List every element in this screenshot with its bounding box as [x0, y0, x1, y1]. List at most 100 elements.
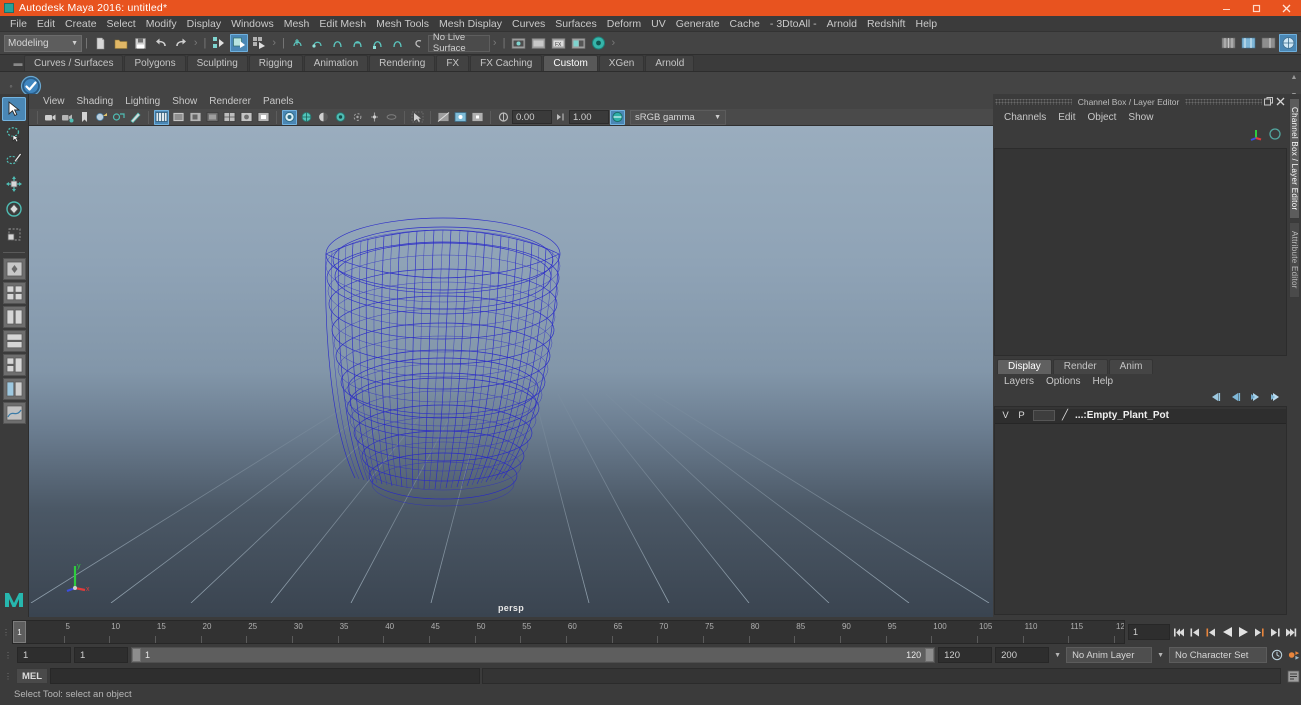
play-forwards-button[interactable]: [1236, 623, 1250, 641]
range-slider-grip[interactable]: ⋮: [2, 650, 14, 660]
anim-layer-selector[interactable]: No Anim Layer: [1066, 647, 1153, 663]
viewport-menu-lighting[interactable]: Lighting: [119, 94, 166, 109]
move-tool[interactable]: [2, 172, 26, 196]
attribute-editor-toggle-icon[interactable]: [1268, 127, 1282, 141]
shelf-tab-sculpting[interactable]: Sculpting: [186, 55, 248, 71]
channel-box-content[interactable]: [994, 148, 1287, 356]
render-current-frame-icon[interactable]: [509, 34, 527, 52]
lights-icon[interactable]: [256, 110, 271, 125]
shelf-tab-rigging[interactable]: Rigging: [248, 55, 303, 71]
command-line-grip[interactable]: ⋮: [2, 671, 14, 681]
sidebar-attribute-editor-icon[interactable]: [1219, 34, 1237, 52]
current-frame-field[interactable]: 1: [1128, 624, 1170, 640]
select-camera-icon[interactable]: [43, 110, 58, 125]
menu-display[interactable]: Display: [182, 16, 226, 32]
isolate-select-icon[interactable]: [410, 110, 425, 125]
render-settings-icon[interactable]: FX: [549, 34, 567, 52]
menu-curves[interactable]: Curves: [507, 16, 550, 32]
render-view-icon[interactable]: [589, 34, 607, 52]
panel-drag-handle-left[interactable]: [995, 98, 1072, 105]
menu-generate[interactable]: Generate: [671, 16, 725, 32]
gamma-icon[interactable]: [553, 110, 568, 125]
menu-redshift[interactable]: Redshift: [862, 16, 911, 32]
channel-box-menu-channels[interactable]: Channels: [998, 109, 1052, 125]
go-to-end-button[interactable]: [1284, 623, 1298, 641]
character-set-selector[interactable]: No Character Set: [1169, 647, 1267, 663]
gamma-field[interactable]: 1.00: [569, 110, 609, 124]
image-plane-icon[interactable]: [94, 110, 109, 125]
step-back-key-button[interactable]: [1188, 623, 1202, 641]
shelf-tab-curves-surfaces[interactable]: Curves / Surfaces: [24, 55, 124, 71]
menu-edit[interactable]: Edit: [32, 16, 60, 32]
script-editor-icon[interactable]: [1285, 668, 1301, 684]
menu-mesh[interactable]: Mesh: [279, 16, 315, 32]
layer-menu-help[interactable]: Help: [1086, 374, 1119, 389]
sidebar-channel-box-icon[interactable]: [1259, 34, 1277, 52]
step-back-frame-button[interactable]: [1204, 623, 1218, 641]
layer-list[interactable]: V P ╱ ...:Empty_Plant_Pot: [994, 405, 1287, 615]
shelf-tab-arnold[interactable]: Arnold: [645, 55, 695, 71]
menu-edit-mesh[interactable]: Edit Mesh: [314, 16, 371, 32]
viewport-menu-shading[interactable]: Shading: [71, 94, 120, 109]
layer-menu-layers[interactable]: Layers: [998, 374, 1040, 389]
current-time-indicator[interactable]: 1: [13, 621, 26, 643]
menu-cache[interactable]: Cache: [725, 16, 765, 32]
use-all-lights-icon[interactable]: [299, 110, 314, 125]
layout-four-view[interactable]: [2, 282, 26, 304]
shelf-tab-rendering[interactable]: Rendering: [369, 55, 436, 71]
deformers-mask-icon[interactable]: [369, 34, 387, 52]
paint-select-tool[interactable]: [2, 147, 26, 171]
panel-drag-handle-right[interactable]: [1185, 98, 1262, 105]
menu-create[interactable]: Create: [60, 16, 102, 32]
animation-preferences-icon[interactable]: [1287, 646, 1301, 664]
xray-joints-icon[interactable]: [453, 110, 468, 125]
undo-icon[interactable]: [152, 34, 170, 52]
motion-blur-icon[interactable]: [350, 110, 365, 125]
select-by-component-type-icon[interactable]: [250, 34, 268, 52]
shelf-tab-fx[interactable]: FX: [436, 55, 470, 71]
layer-playback-toggle[interactable]: P: [1017, 410, 1026, 421]
multisample-aa-icon[interactable]: [367, 110, 382, 125]
step-forward-frame-button[interactable]: [1252, 623, 1266, 641]
layer-tab-display[interactable]: Display: [997, 358, 1052, 374]
new-scene-icon[interactable]: [92, 34, 110, 52]
close-button[interactable]: [1271, 0, 1301, 16]
menu-windows[interactable]: Windows: [226, 16, 279, 32]
lock-camera-icon[interactable]: [60, 110, 75, 125]
menu-deform[interactable]: Deform: [602, 16, 646, 32]
menu-select[interactable]: Select: [102, 16, 141, 32]
animation-end-field[interactable]: 200: [995, 647, 1050, 663]
chevron-down-icon[interactable]: ▼: [1052, 652, 1063, 659]
layer-tab-anim[interactable]: Anim: [1108, 358, 1154, 374]
shelf-tab-fx-caching[interactable]: FX Caching: [470, 55, 543, 71]
select-by-object-type-icon[interactable]: [230, 34, 249, 52]
shelf-tab-xgen[interactable]: XGen: [598, 55, 645, 71]
textured-icon[interactable]: [239, 110, 254, 125]
chevron-down-icon[interactable]: ▼: [1155, 652, 1166, 659]
redo-icon[interactable]: [172, 34, 190, 52]
save-scene-icon[interactable]: [132, 34, 150, 52]
screen-space-ao-icon[interactable]: [333, 110, 348, 125]
viewport-menu-panels[interactable]: Panels: [257, 94, 300, 109]
two-d-pan-zoom-icon[interactable]: [111, 110, 126, 125]
shelf-tab-animation[interactable]: Animation: [303, 55, 369, 71]
wireframe-shading-icon[interactable]: [154, 109, 169, 125]
time-slider-grip[interactable]: ⋮: [0, 620, 12, 644]
menu-3dtoall[interactable]: - 3DtoAll -: [765, 16, 822, 32]
restore-button[interactable]: [1241, 0, 1271, 16]
layer-visibility-toggle[interactable]: V: [1001, 410, 1010, 421]
move-layer-first-icon[interactable]: [1209, 391, 1222, 403]
color-management-icon[interactable]: [610, 109, 625, 125]
command-input[interactable]: [50, 668, 480, 684]
handle-mask-icon[interactable]: [289, 34, 307, 52]
layout-three-pane[interactable]: [2, 354, 26, 376]
channel-box-toggle-icon[interactable]: [1249, 127, 1263, 141]
smooth-shade-selected-icon[interactable]: [188, 110, 203, 125]
layer-menu-options[interactable]: Options: [1040, 374, 1086, 389]
channel-box-menu-object[interactable]: Object: [1082, 109, 1123, 125]
channel-box-menu-edit[interactable]: Edit: [1052, 109, 1081, 125]
hypershade-icon[interactable]: [569, 34, 587, 52]
shelf-tab-custom[interactable]: Custom: [543, 55, 598, 71]
shelf-grip-handle[interactable]: ▬: [12, 54, 24, 71]
rotate-tool[interactable]: [2, 197, 26, 221]
